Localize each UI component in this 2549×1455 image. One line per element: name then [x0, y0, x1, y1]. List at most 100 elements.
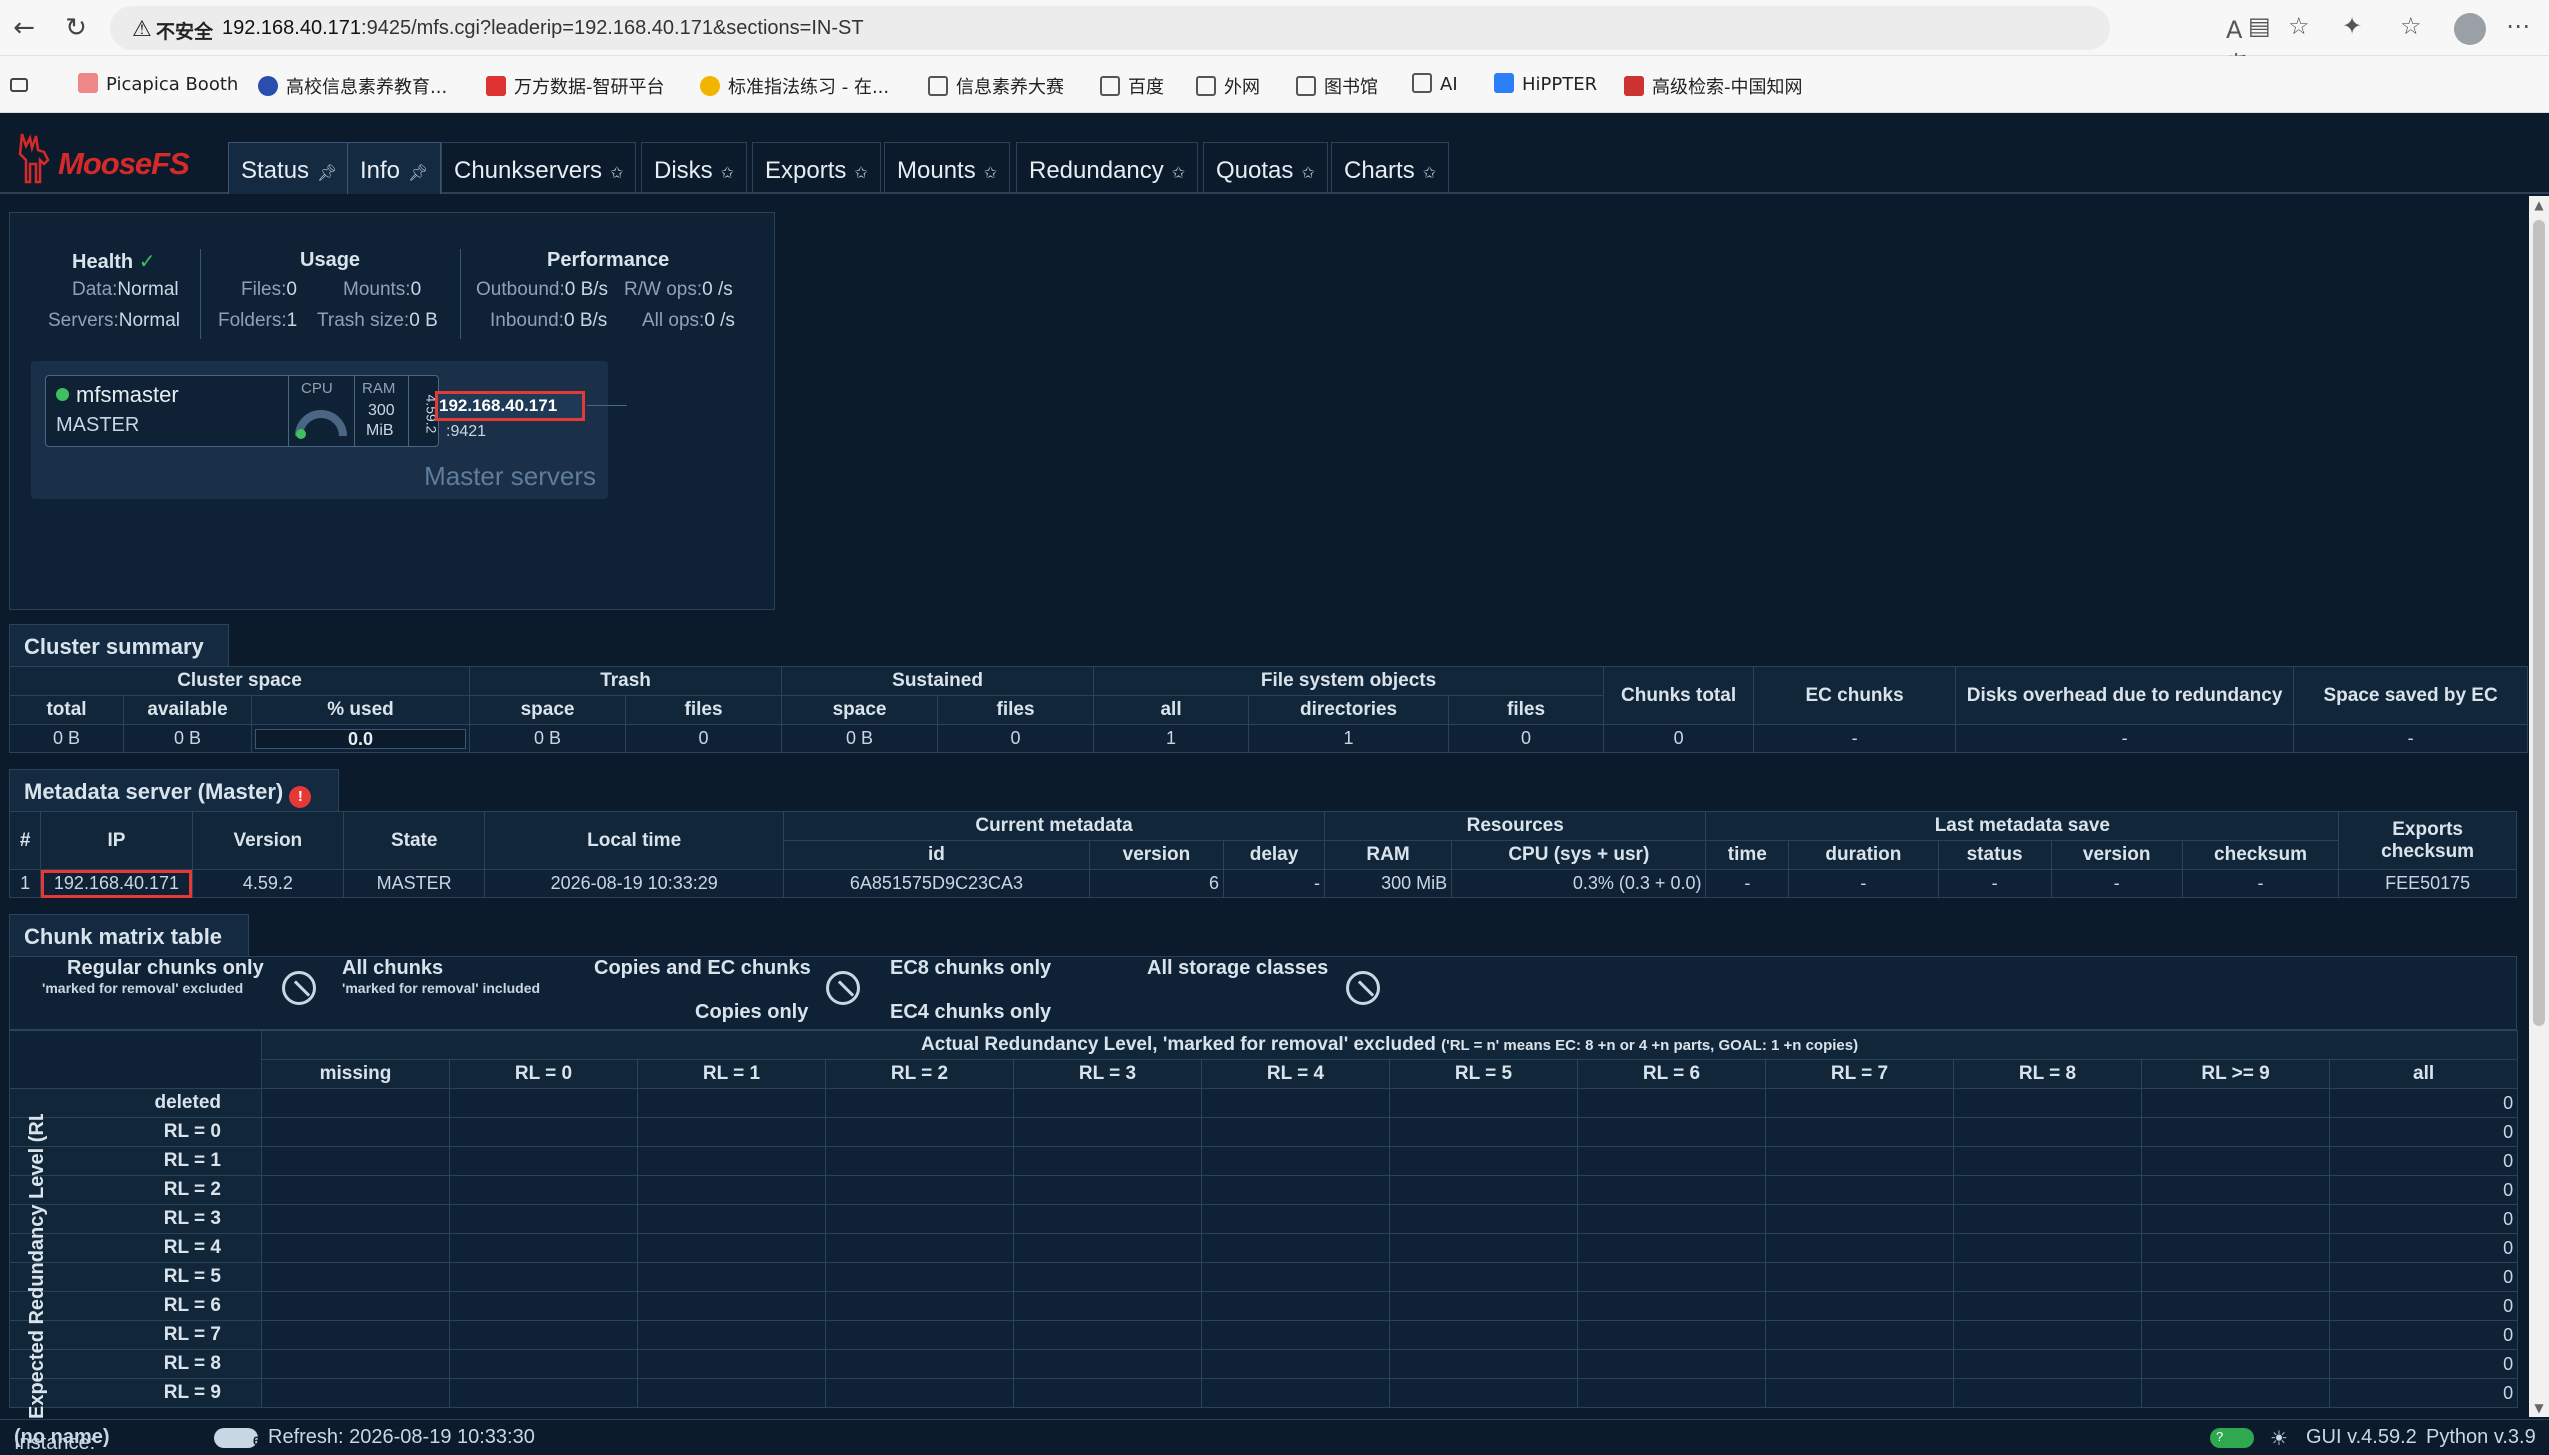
matrix-col-header: missing — [261, 1059, 450, 1089]
matrix-cell — [1953, 1117, 2142, 1147]
col-chunks-total: Chunks total — [1603, 666, 1755, 725]
tab-mounts[interactable]: Mounts ✩ — [884, 142, 1011, 194]
warning-icon: ⚠ — [132, 17, 152, 42]
regular-chunks-option[interactable]: Regular chunks only — [67, 957, 264, 980]
copies-only-option[interactable]: Copies only — [695, 1001, 808, 1024]
bookmark-cnki[interactable]: 高级检索-中国知网 — [1624, 73, 1803, 99]
storage-class-switch-icon[interactable] — [1346, 971, 1380, 1005]
profile-avatar[interactable] — [2454, 13, 2486, 45]
pin-icon: ✩ — [854, 163, 868, 182]
ec8-option[interactable]: EC8 chunks only — [890, 957, 1051, 980]
matrix-cell — [449, 1262, 638, 1292]
matrix-cell — [1389, 1349, 1578, 1379]
tab-redundancy[interactable]: Redundancy ✩ — [1016, 142, 1199, 194]
sun-icon[interactable]: ☀ — [2270, 1426, 2288, 1450]
more-icon[interactable]: ⋯ — [2506, 12, 2530, 40]
matrix-cell — [825, 1117, 1014, 1147]
bookmark-folder-ai[interactable]: AI — [1412, 73, 1458, 95]
matrix-cell — [261, 1233, 450, 1263]
ec-switch-icon[interactable] — [826, 971, 860, 1005]
ram-label: RAM — [362, 380, 396, 397]
usage-folders: Folders:1 — [218, 310, 298, 331]
matrix-cell — [1013, 1117, 1202, 1147]
bookmark-folder-waiwang[interactable]: 外网 — [1196, 73, 1260, 99]
matrix-cell — [1201, 1378, 1390, 1408]
bookmark-hippter[interactable]: HiPPTER — [1494, 73, 1597, 95]
tab-status[interactable]: Status 📌︎ — [228, 142, 351, 194]
matrix-cell — [1389, 1291, 1578, 1321]
vertical-scrollbar[interactable]: ▲ ▼ — [2529, 196, 2549, 1417]
matrix-cell — [1389, 1088, 1578, 1118]
tab-chunkservers[interactable]: Chunkservers ✩ — [441, 142, 637, 194]
expected-rl-label: Expected Redundancy Level (RL) — [26, 1114, 48, 1419]
cpu-gauge-icon — [295, 410, 347, 439]
col-cluster-space: Cluster space — [8, 666, 471, 696]
matrix-cell — [1201, 1320, 1390, 1350]
matrix-cell — [261, 1378, 450, 1408]
matrix-row: RL = 30 — [9, 1204, 2519, 1234]
matrix-cell — [1765, 1233, 1954, 1263]
bookmark-gaoxiao[interactable]: 高校信息素养教育... — [258, 73, 447, 99]
matrix-cell — [2141, 1204, 2330, 1234]
tab-disks[interactable]: Disks ✩ — [641, 142, 748, 194]
matrix-cell: 0 — [2328, 1320, 2519, 1350]
scrollbar-thumb[interactable] — [2533, 220, 2545, 1026]
status-toggle[interactable]: ? — [2210, 1428, 2254, 1448]
bookmark-wanfang[interactable]: 万方数据-智研平台 — [486, 73, 665, 99]
refresh-toggle[interactable]: 60 — [214, 1428, 266, 1448]
chunks-switch-icon[interactable] — [282, 971, 316, 1005]
matrix-cell — [637, 1117, 826, 1147]
sub-sust-space: space — [781, 695, 939, 725]
reload-icon[interactable]: ↻ — [58, 10, 94, 46]
matrix-cell — [1765, 1262, 1954, 1292]
extensions-icon[interactable]: ✦ — [2342, 12, 2362, 40]
col-space-saved: Space saved by EC — [2293, 666, 2529, 725]
matrix-cell — [1201, 1204, 1390, 1234]
matrix-cell — [1577, 1233, 1766, 1263]
all-chunks-option[interactable]: All chunks — [342, 957, 443, 980]
ram-unit: MiB — [366, 422, 394, 439]
tab-exports[interactable]: Exports ✩ — [752, 142, 881, 194]
matrix-cell — [825, 1262, 1014, 1292]
url-text[interactable]: 192.168.40.171:9425/mfs.cgi?leaderip=192… — [222, 17, 864, 40]
matrix-cell — [1765, 1146, 1954, 1176]
matrix-cell — [637, 1204, 826, 1234]
tab-info[interactable]: Info 📌︎ — [347, 142, 442, 194]
favorites-icon[interactable]: ☆ — [2400, 12, 2422, 40]
matrix-cell — [261, 1117, 450, 1147]
tab-search-icon[interactable] — [10, 73, 36, 94]
master-card[interactable]: mfsmaster MASTER CPU RAM 300 MiB 4.59.2 — [45, 375, 439, 447]
matrix-cell: 0 — [2328, 1233, 2519, 1263]
matrix-cell — [1201, 1088, 1390, 1118]
favorite-star-icon[interactable]: ☆ — [2288, 12, 2310, 40]
matrix-row: RL = 70 — [9, 1320, 2519, 1350]
tab-charts[interactable]: Charts ✩ — [1331, 142, 1450, 194]
bookmark-folder-baidu[interactable]: 百度 — [1100, 73, 1164, 99]
matrix-cell — [449, 1349, 638, 1379]
col-ec-chunks: EC chunks — [1753, 666, 1957, 725]
health-servers: Servers:Normal — [48, 310, 180, 331]
ec4-option[interactable]: EC4 chunks only — [890, 1001, 1051, 1024]
metadata-ip[interactable]: 192.168.40.171 — [40, 869, 193, 898]
matrix-cell — [1013, 1233, 1202, 1263]
storage-classes-option[interactable]: All storage classes — [1147, 957, 1328, 980]
matrix-cell — [1577, 1088, 1766, 1118]
back-icon[interactable]: ← — [6, 10, 42, 46]
bookmark-folder-xinxi[interactable]: 信息素养大赛 — [928, 73, 1064, 99]
bookmark-typing[interactable]: 标准指法练习 - 在... — [700, 73, 889, 99]
bookmark-folder-library[interactable]: 图书馆 — [1296, 73, 1378, 99]
copies-ec-option[interactable]: Copies and EC chunks — [594, 957, 811, 980]
master-ip[interactable]: 192.168.40.171 — [435, 391, 585, 421]
address-bar[interactable]: ⚠ 不安全 192.168.40.171:9425/mfs.cgi?leader… — [110, 6, 2250, 78]
python-version: Python v.3.9 — [2426, 1426, 2536, 1448]
matrix-cell — [1201, 1117, 1390, 1147]
master-servers-group: mfsmaster MASTER CPU RAM 300 MiB 4.59.2 … — [31, 361, 627, 499]
check-circle-icon: ✓ — [138, 249, 156, 273]
tab-quotas[interactable]: Quotas ✩ — [1203, 142, 1328, 194]
matrix-row: RL = 00 — [9, 1117, 2519, 1147]
matrix-cell: 0 — [2328, 1117, 2519, 1147]
bookmark-picapica[interactable]: Picapica Booth — [78, 73, 238, 95]
matrix-row: RL = 20 — [9, 1175, 2519, 1205]
reader-icon[interactable]: ▤ — [2248, 12, 2271, 40]
summary-panel: Health ✓ Data:Normal Servers:Normal Usag… — [9, 212, 775, 610]
